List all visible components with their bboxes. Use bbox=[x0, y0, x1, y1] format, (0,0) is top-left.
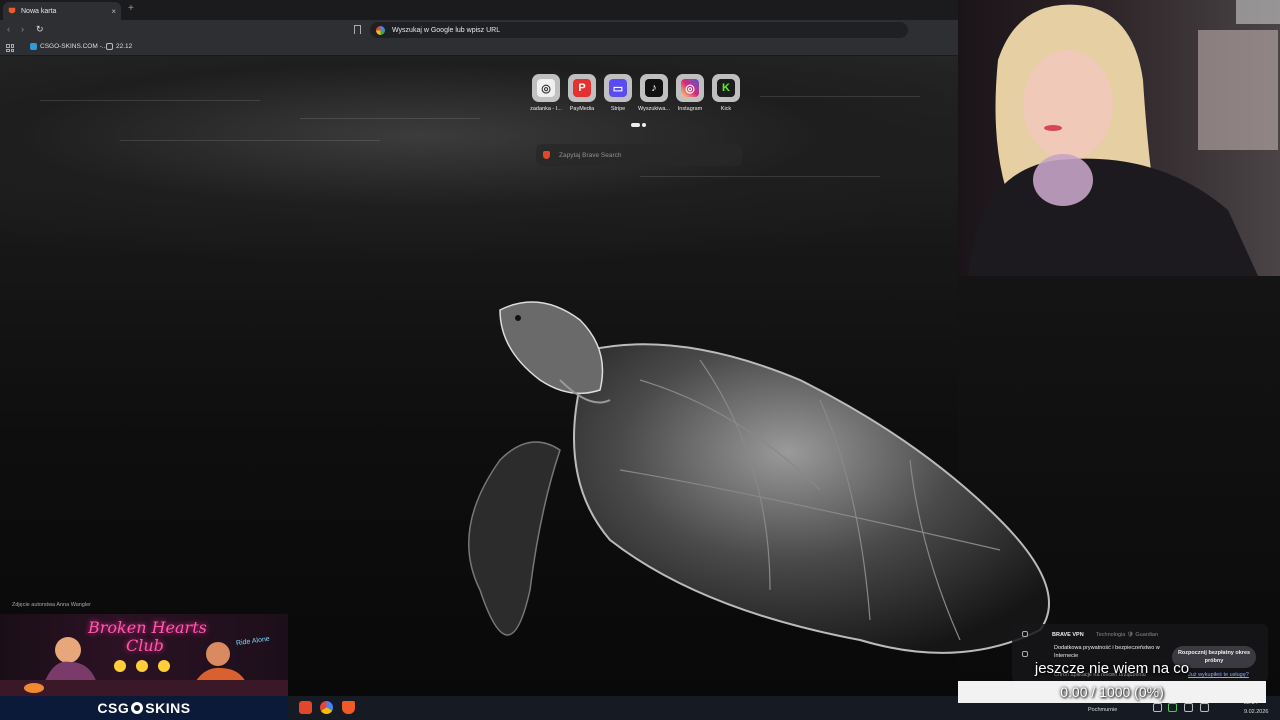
weather-text[interactable]: Pochmurnie bbox=[1088, 707, 1117, 713]
tray-app-icon[interactable] bbox=[1168, 703, 1177, 712]
clock-date[interactable]: 9.02.2026 bbox=[1244, 709, 1268, 715]
taskbar-app-icon[interactable] bbox=[299, 701, 312, 714]
csgo-skins-logo: CSG SKINS bbox=[0, 696, 288, 720]
address-bar[interactable]: Wyszukaj w Google lub wpisz URL bbox=[370, 22, 908, 38]
back-icon[interactable]: ‹ bbox=[7, 24, 10, 34]
brave-icon[interactable] bbox=[342, 701, 355, 714]
top-site-tile[interactable]: P PayMedia bbox=[568, 74, 596, 112]
bookmark-page-icon bbox=[106, 43, 113, 50]
top-site-tile[interactable]: ◎ Instagram bbox=[676, 74, 704, 112]
network-icon[interactable] bbox=[1184, 703, 1193, 712]
bookmarks-bar: CSGO-SKINS.COM -... 22.12 bbox=[0, 40, 958, 56]
vpn-description: Dodatkowa prywatność i bezpieczeństwo w … bbox=[1054, 645, 1160, 659]
google-icon bbox=[376, 25, 385, 35]
water-ripple bbox=[760, 96, 920, 97]
water-ripple bbox=[300, 118, 480, 119]
brave-lion-icon bbox=[543, 151, 550, 159]
pager-dot-active[interactable] bbox=[631, 123, 640, 127]
water-ripple bbox=[40, 100, 260, 101]
bookmark-2212[interactable]: 22.12 bbox=[106, 43, 132, 50]
tab-bar: Nowa karta × + bbox=[0, 0, 958, 20]
top-site-label: PayMedia bbox=[569, 106, 595, 112]
top-site-label: Kick bbox=[720, 106, 732, 112]
brand-right: SKINS bbox=[145, 700, 191, 716]
bookmark-label: CSGO-SKINS.COM -... bbox=[40, 43, 108, 50]
brand-left: CSG bbox=[97, 700, 130, 716]
goal-progress-value: 0.00 / 1000 (0%) bbox=[1060, 684, 1164, 700]
forward-icon[interactable]: › bbox=[21, 24, 24, 34]
goal-progress-bar: 0.00 / 1000 (0%) bbox=[958, 681, 1266, 703]
tab-title: Nowa karta bbox=[21, 7, 57, 15]
goal-title: jeszcze nie wiem na co bbox=[1034, 660, 1190, 677]
top-site-tile[interactable]: ◎ zadanka - I... bbox=[530, 74, 562, 112]
chrome-icon[interactable] bbox=[320, 701, 333, 714]
new-tab-button[interactable]: + bbox=[128, 3, 134, 14]
zadanka-icon: ◎ bbox=[537, 79, 555, 97]
screen: Nowa karta × + ‹ › ↻ Wyszukaj w Google l… bbox=[0, 0, 1280, 720]
paymedia-icon: P bbox=[573, 79, 591, 97]
kick-icon: K bbox=[717, 79, 735, 97]
speaker-icon[interactable] bbox=[1200, 703, 1209, 712]
bookmark-csgo-skins[interactable]: CSGO-SKINS.COM -... bbox=[30, 43, 107, 50]
instagram-icon: ◎ bbox=[681, 79, 699, 97]
top-sites-pager[interactable] bbox=[631, 123, 646, 127]
water-ripple bbox=[120, 140, 380, 141]
tiktok-icon: ♪ bbox=[645, 79, 663, 97]
promo-banner[interactable]: Broken Hearts Club Ride Alone bbox=[0, 614, 288, 696]
warning-icon bbox=[1022, 651, 1028, 657]
pager-dot[interactable] bbox=[642, 123, 646, 127]
top-sites: ◎ zadanka - I... P PayMedia ▭ Stripe ♪ W… bbox=[530, 74, 740, 112]
turtle-image bbox=[468, 301, 1050, 654]
top-site-tile[interactable]: ▭ Stripe bbox=[604, 74, 632, 112]
streamer-webcam-image bbox=[968, 0, 1280, 276]
tab-new-tab[interactable]: Nowa karta × bbox=[3, 2, 121, 20]
bookmark-icon[interactable] bbox=[354, 25, 361, 34]
csgo-skins-icon bbox=[30, 43, 37, 50]
brave-search-box[interactable]: Zapytaj Brave Search bbox=[536, 144, 742, 166]
top-site-label: Instagram bbox=[677, 106, 703, 112]
top-site-tile[interactable]: ♪ Wyszukiwa... bbox=[638, 74, 670, 112]
stripe-icon: ▭ bbox=[609, 79, 627, 97]
top-site-label: Stripe bbox=[610, 106, 626, 112]
search-placeholder: Zapytaj Brave Search bbox=[559, 151, 622, 159]
gear-icon bbox=[131, 702, 144, 714]
top-site-tile[interactable]: K Kick bbox=[712, 74, 740, 112]
bookmark-label: 22.12 bbox=[116, 43, 133, 50]
chevron-up-icon[interactable] bbox=[1153, 703, 1162, 712]
address-placeholder: Wyszukaj w Google lub wpisz URL bbox=[392, 26, 501, 34]
top-site-label: Wyszukiwa... bbox=[637, 106, 671, 112]
brave-lion-icon bbox=[8, 7, 16, 14]
top-site-label: zadanka - I... bbox=[530, 106, 562, 112]
vpn-tech: Technologia 🛡 Guardian bbox=[1096, 632, 1159, 638]
promo-title-2: Club bbox=[126, 636, 164, 655]
webcam-overlay bbox=[958, 0, 1280, 276]
vpn-title: BRAVE VPN bbox=[1052, 632, 1084, 638]
photo-credit[interactable]: Zdjęcie autorstwa Anna Wangler bbox=[12, 602, 91, 608]
reload-icon[interactable]: ↻ bbox=[36, 24, 44, 35]
apps-grid-icon[interactable] bbox=[6, 44, 14, 52]
promo-title: Broken Hearts bbox=[88, 618, 207, 637]
close-tab-icon[interactable]: × bbox=[111, 7, 116, 16]
water-ripple bbox=[640, 176, 880, 177]
vpn-shield-icon bbox=[1022, 631, 1028, 637]
